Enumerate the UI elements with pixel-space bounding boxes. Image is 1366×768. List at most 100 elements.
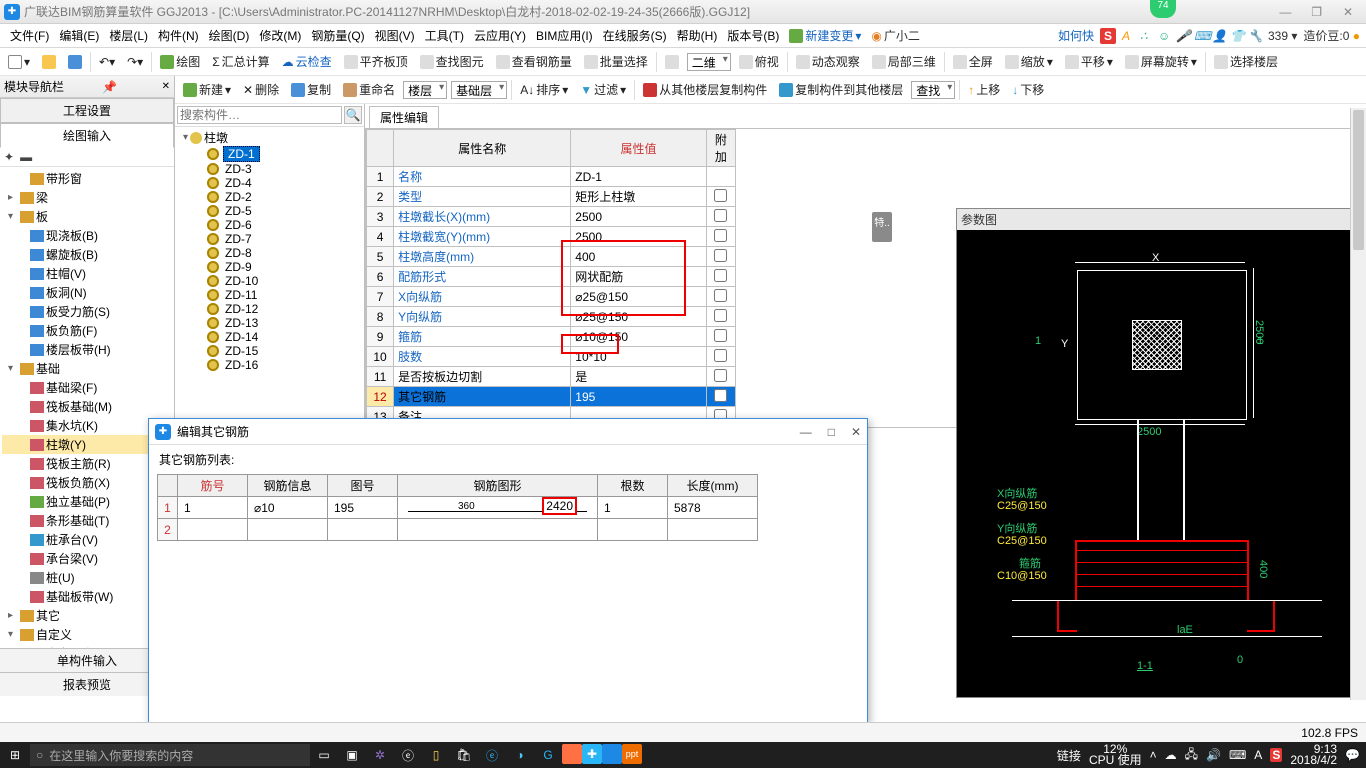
orbit-button[interactable]: 动态观察 bbox=[792, 53, 864, 70]
rebar-table[interactable]: 筋号 钢筋信息 图号 钢筋图形 根数 长度(mm) 1 1 ⌀10 195 36… bbox=[157, 474, 758, 541]
nav-tree-item[interactable]: 板受力筋(S) bbox=[2, 302, 172, 321]
tray-vol-icon[interactable]: 🔊 bbox=[1206, 748, 1221, 762]
copy-from-floor-button[interactable]: 从其他楼层复制构件 bbox=[639, 81, 771, 98]
task-view-icon[interactable]: ▭ bbox=[310, 744, 338, 766]
copy-button[interactable]: 复制 bbox=[287, 81, 335, 98]
tray-lang-icon[interactable]: A bbox=[1254, 748, 1262, 762]
save-icon[interactable] bbox=[64, 55, 86, 69]
menu-floor[interactable]: 楼层(L) bbox=[105, 25, 152, 46]
panel-close-icon[interactable]: ✕ bbox=[162, 81, 170, 92]
store-icon[interactable]: 🛍 bbox=[450, 744, 478, 766]
menu-online[interactable]: 在线服务(S) bbox=[599, 25, 671, 46]
draw-button[interactable]: 绘图 bbox=[156, 53, 204, 70]
base-combo[interactable]: 基础层 bbox=[451, 81, 507, 99]
floor-combo[interactable]: 楼层 bbox=[403, 81, 447, 99]
menu-modify[interactable]: 修改(M) bbox=[255, 25, 305, 46]
property-row[interactable]: 3柱墩截长(X)(mm)2500 bbox=[367, 207, 736, 227]
pin-icon[interactable]: 📌 bbox=[102, 80, 117, 94]
component-tree[interactable]: ▾ 柱墩 ZD-1ZD-3ZD-4ZD-2ZD-5ZD-6ZD-7ZD-8ZD-… bbox=[175, 127, 364, 374]
nav-tree-item[interactable]: ▾自定义 bbox=[2, 625, 172, 644]
tray-up-icon[interactable]: ˄ bbox=[1150, 748, 1157, 762]
new-button[interactable]: 新建 ▾ bbox=[179, 81, 235, 98]
nav-tree-item[interactable]: 基础梁(F) bbox=[2, 378, 172, 397]
menu-comp[interactable]: 构件(N) bbox=[154, 25, 203, 46]
property-row[interactable]: 7X向纵筋⌀25@150 bbox=[367, 287, 736, 307]
menu-edit[interactable]: 编辑(E) bbox=[55, 25, 103, 46]
nav-tree-item[interactable]: 板负筋(F) bbox=[2, 321, 172, 340]
search-input[interactable] bbox=[177, 106, 342, 124]
menu-bim[interactable]: BIM应用(I) bbox=[532, 25, 597, 46]
nav-tree-item[interactable]: ▾基础 bbox=[2, 359, 172, 378]
zd-item[interactable]: ZD-2 bbox=[177, 190, 362, 204]
menu-file[interactable]: 文件(F) bbox=[6, 25, 53, 46]
menu-view[interactable]: 视图(V) bbox=[371, 25, 419, 46]
undo-icon[interactable]: ↶▾ bbox=[95, 55, 119, 69]
dim-2d-icon[interactable] bbox=[661, 55, 683, 69]
redo-icon[interactable]: ↷▾ bbox=[123, 55, 147, 69]
tab-project-settings[interactable]: 工程设置 bbox=[0, 98, 174, 123]
move-up-button[interactable]: ↑ 上移 bbox=[964, 81, 1004, 98]
rotate-button[interactable]: 屏幕旋转 ▾ bbox=[1121, 53, 1201, 70]
notification-badge[interactable]: 74 bbox=[1150, 0, 1176, 18]
app-icon-4[interactable]: G bbox=[534, 744, 562, 766]
menu-tool[interactable]: 工具(T) bbox=[421, 25, 468, 46]
menu-version[interactable]: 版本号(B) bbox=[723, 25, 783, 46]
nav-tree-item[interactable]: 条形基础(T) bbox=[2, 511, 172, 530]
delete-button[interactable]: ✕ 删除 bbox=[239, 81, 283, 98]
shape-cell[interactable]: 360 2420 bbox=[398, 497, 598, 519]
app-icon-2[interactable]: ✲ bbox=[366, 744, 394, 766]
property-row[interactable]: 1名称ZD-1 bbox=[367, 167, 736, 187]
edge-icon[interactable]: ⓔ bbox=[394, 744, 422, 766]
nav-tree-item[interactable]: 桩(U) bbox=[2, 568, 172, 587]
new-change-button[interactable]: 新建变更 ▾ bbox=[785, 27, 865, 44]
zd-item[interactable]: ZD-3 bbox=[177, 162, 362, 176]
batch-select-button[interactable]: 批量选择 bbox=[580, 53, 652, 70]
zd-item[interactable]: ZD-9 bbox=[177, 260, 362, 274]
property-row[interactable]: 4柱墩截宽(Y)(mm)2500 bbox=[367, 227, 736, 247]
menu-cloud[interactable]: 云应用(Y) bbox=[470, 25, 530, 46]
table-row[interactable]: 2 bbox=[158, 519, 758, 541]
tab-draw-input[interactable]: 绘图输入 bbox=[0, 123, 174, 148]
tab-properties[interactable]: 属性编辑 bbox=[369, 106, 439, 128]
sort-button[interactable]: A↓ 排序 ▾ bbox=[516, 81, 572, 98]
nav-tree-item[interactable]: 独立基础(P) bbox=[2, 492, 172, 511]
property-row[interactable]: 12其它钢筋195 bbox=[367, 387, 736, 407]
special-button[interactable]: 特.. bbox=[872, 212, 892, 242]
nav-tree-item[interactable]: 板洞(N) bbox=[2, 283, 172, 302]
menu-rebar[interactable]: 钢筋量(Q) bbox=[307, 25, 368, 46]
maximize-button[interactable]: ❐ bbox=[1303, 5, 1331, 19]
zd-item[interactable]: ZD-13 bbox=[177, 316, 362, 330]
nav-mini-toolbar[interactable]: ✦▬ bbox=[0, 148, 174, 167]
filter-button[interactable]: ▼ 过滤 ▾ bbox=[576, 81, 630, 98]
new-doc-icon[interactable]: ▾ bbox=[4, 55, 34, 69]
scrollbar-vertical[interactable] bbox=[1350, 108, 1366, 700]
nav-tree-item[interactable]: ▸梁 bbox=[2, 188, 172, 207]
zd-item[interactable]: ZD-16 bbox=[177, 358, 362, 372]
property-row[interactable]: 6配筋形式网状配筋 bbox=[367, 267, 736, 287]
zd-item[interactable]: ZD-4 bbox=[177, 176, 362, 190]
tray-sogou-icon[interactable]: S bbox=[1270, 748, 1282, 762]
rename-button[interactable]: 重命名 bbox=[339, 81, 399, 98]
taskbar-search[interactable]: ○ 在这里输入你要搜索的内容 bbox=[30, 744, 310, 766]
menu-help[interactable]: 帮助(H) bbox=[673, 25, 722, 46]
align-top-button[interactable]: 平齐板顶 bbox=[340, 53, 412, 70]
nav-tree-item[interactable]: 带形窗 bbox=[2, 169, 172, 188]
select-floor-button[interactable]: 选择楼层 bbox=[1210, 53, 1282, 70]
pan-button[interactable]: 平移 ▾ bbox=[1061, 53, 1117, 70]
zd-item[interactable]: ZD-15 bbox=[177, 344, 362, 358]
help-quick[interactable]: 如何快 bbox=[1058, 27, 1094, 44]
cloud-check-button[interactable]: ☁ 云检查 bbox=[278, 53, 336, 70]
nav-tree-item[interactable]: 现浇板(B) bbox=[2, 226, 172, 245]
property-row[interactable]: 8Y向纵筋⌀25@150 bbox=[367, 307, 736, 327]
zd-item[interactable]: ZD-11 bbox=[177, 288, 362, 302]
local-3d-button[interactable]: 局部三维 bbox=[868, 53, 940, 70]
app-icon-6[interactable]: ✚ bbox=[582, 744, 602, 764]
explorer-icon[interactable]: ▯ bbox=[422, 744, 450, 766]
app-icon-1[interactable]: ▣ bbox=[338, 744, 366, 766]
find-combo[interactable]: 查找 bbox=[911, 81, 955, 99]
dialog-titlebar[interactable]: ✚ 编辑其它钢筋 — □ ✕ bbox=[149, 419, 867, 445]
ie-icon[interactable]: ⓔ bbox=[478, 744, 506, 766]
app-icon-5[interactable] bbox=[562, 744, 582, 764]
nav-tree-item[interactable]: 螺旋板(B) bbox=[2, 245, 172, 264]
find-elem-button[interactable]: 查找图元 bbox=[416, 53, 488, 70]
